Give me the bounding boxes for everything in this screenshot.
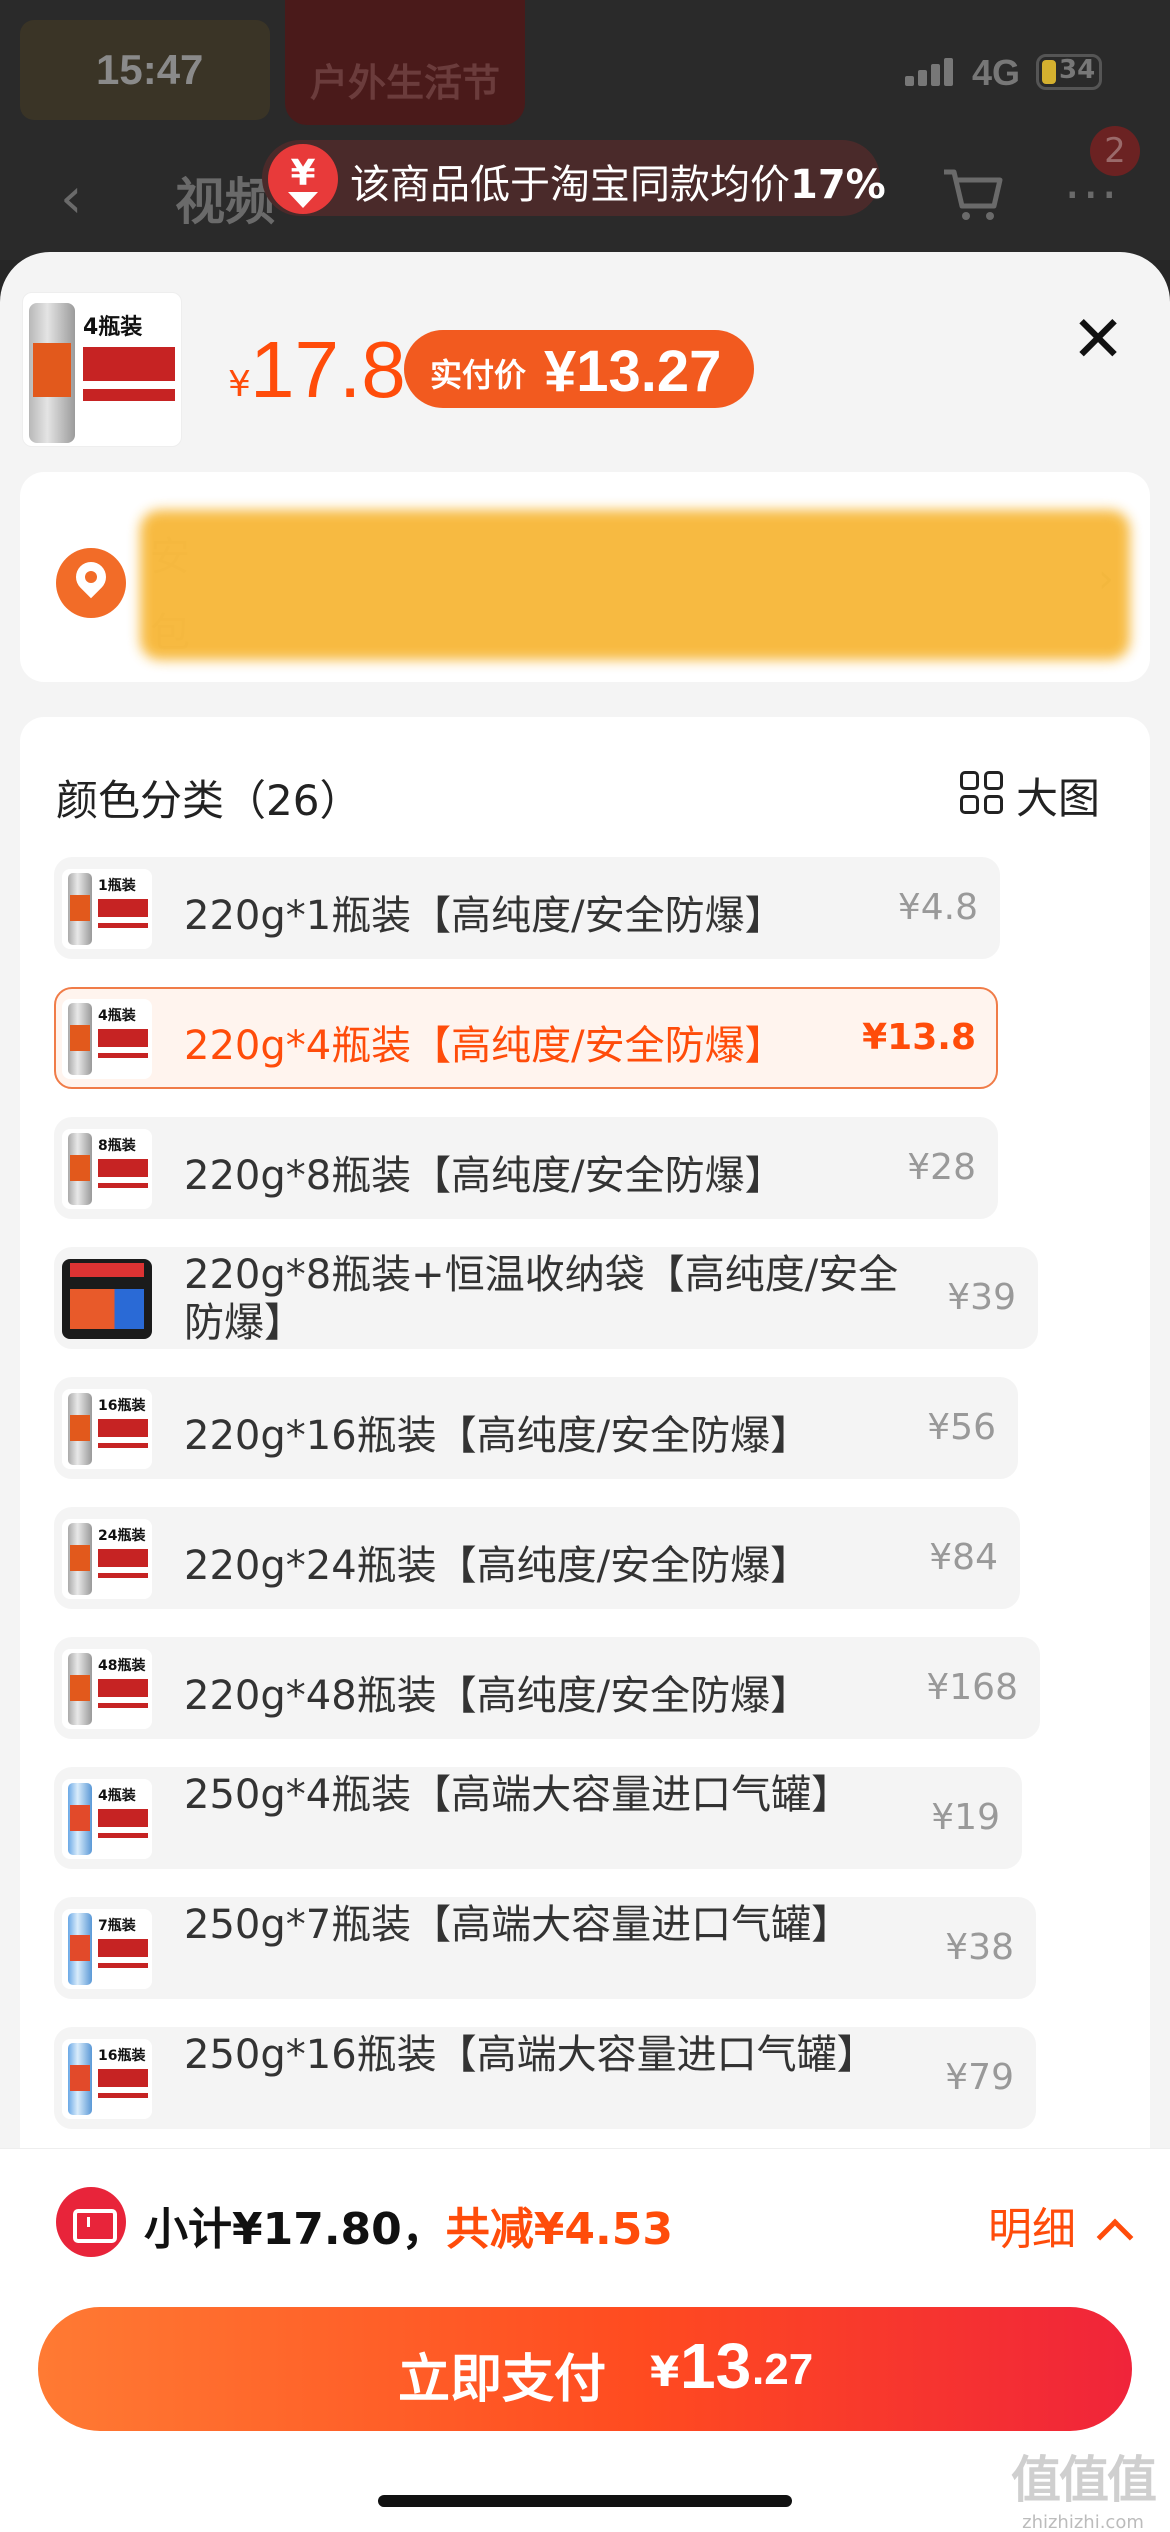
option-item[interactable]: 4瓶装 250g*4瓶装【高端大容量进口气罐】 ¥19: [54, 1767, 1022, 1869]
option-thumbnail: 48瓶装: [62, 1649, 152, 1729]
pay-now-amount: 13: [680, 2330, 752, 2402]
actual-price-value: ¥13.27: [544, 339, 722, 404]
option-price: ¥56: [927, 1407, 996, 1448]
option-item[interactable]: 16瓶装 220g*16瓶装【高纯度/安全防爆】 ¥56: [54, 1377, 1018, 1479]
option-price: ¥4.8: [897, 887, 978, 928]
option-item[interactable]: 24瓶装 220g*24瓶装【高纯度/安全防爆】 ¥84: [54, 1507, 1020, 1609]
cart-icon: [944, 169, 1003, 220]
option-name: 220g*48瓶装【高纯度/安全防爆】: [184, 1673, 811, 1719]
subtotal: 小计¥17.80，共减¥4.53: [144, 2193, 673, 2257]
option-name: 220g*24瓶装【高纯度/安全防爆】: [184, 1543, 811, 1589]
price-compare-banner: ¥ 该商品低于淘宝同款均价17%: [262, 140, 886, 216]
option-thumbnail: 24瓶装: [62, 1519, 152, 1599]
option-name: 250g*4瓶装【高端大容量进口气罐】: [184, 1772, 852, 1818]
battery-level: 34: [1059, 55, 1096, 85]
chevron-up-icon: [1096, 2218, 1134, 2256]
option-name: 220g*8瓶装+恒温收纳袋【高纯度/安全防爆】: [184, 1252, 899, 1346]
option-item[interactable]: 48瓶装 220g*48瓶装【高纯度/安全防爆】 ¥168: [54, 1637, 1040, 1739]
option-name: 220g*8瓶装【高纯度/安全防爆】: [184, 1153, 785, 1199]
option-item[interactable]: 8瓶装 220g*8瓶装【高纯度/安全防爆】 ¥28: [54, 1117, 998, 1219]
coupon-icon: [56, 2187, 126, 2257]
pay-now-label: 立即支付: [398, 2350, 607, 2410]
actual-price-label: 实付价: [430, 356, 527, 394]
option-price: ¥19: [931, 1797, 1000, 1838]
option-price: ¥38: [945, 1927, 1014, 1968]
sheet-header: 4瓶装 ¥ 17.8 实付价 ¥13.27 ✕: [0, 252, 1170, 452]
option-name: 250g*7瓶装【高端大容量进口气罐】: [184, 1902, 852, 1948]
pay-now-button[interactable]: 立即支付 ¥ 13 .27: [38, 2307, 1132, 2431]
network-type: 4G: [972, 52, 1021, 93]
gas-can-image: [29, 303, 75, 443]
option-name: 220g*16瓶装【高纯度/安全防爆】: [184, 1413, 811, 1459]
option-name: 250g*16瓶装【高端大容量进口气罐】: [184, 2032, 877, 2078]
grid-icon: [960, 771, 1004, 815]
option-price: ¥168: [926, 1667, 1018, 1708]
option-thumbnail: 4瓶装: [62, 1779, 152, 1859]
discount-amount: 共减¥4.53: [445, 2204, 673, 2255]
thumbnail-label: 4瓶装: [83, 315, 143, 340]
option-thumbnail: 1瓶装: [62, 869, 152, 949]
option-thumbnail: 16瓶装: [62, 1389, 152, 1469]
option-item[interactable]: 1瓶装 220g*1瓶装【高纯度/安全防爆】 ¥4.8: [54, 857, 1000, 959]
close-icon[interactable]: ✕: [1068, 308, 1128, 372]
option-item[interactable]: 220g*8瓶装+恒温收纳袋【高纯度/安全防爆】 ¥39: [54, 1247, 1038, 1349]
option-thumbnail: 7瓶装: [62, 1909, 152, 1989]
option-thumbnail: 8瓶装: [62, 1129, 152, 1209]
status-time: 15:47: [96, 46, 204, 93]
battery-icon: 34: [1036, 54, 1102, 90]
option-name: 220g*1瓶装【高纯度/安全防爆】: [184, 893, 785, 939]
option-thumbnail: 16瓶装: [62, 2039, 152, 2119]
option-price: ¥28: [907, 1147, 976, 1188]
price-currency: ¥: [228, 364, 251, 405]
background-tab: 视频: [175, 173, 275, 231]
location-pin-icon: [56, 548, 126, 618]
product-thumbnail[interactable]: 4瓶装: [22, 292, 182, 447]
option-price: ¥79: [945, 2057, 1014, 2098]
option-thumbnail: 4瓶装: [62, 999, 152, 1079]
cart-badge: 2: [1090, 126, 1140, 176]
options-card: 颜色分类（26） 大图 1瓶装 220g*1瓶装【高纯度/安全防爆】 ¥4.8 …: [20, 717, 1150, 2367]
price-compare-text: 该商品低于淘宝同款均价: [350, 162, 790, 208]
option-price: ¥39: [947, 1277, 1016, 1318]
option-thumbnail: [62, 1259, 152, 1339]
watermark-logo: 值值值: [1011, 2451, 1157, 2509]
pay-now-decimal: .27: [752, 2345, 814, 2394]
back-icon: ‹: [60, 166, 83, 231]
watermark-site: zhizhizhi.com: [1022, 2512, 1144, 2532]
option-item[interactable]: 16瓶装 250g*16瓶装【高端大容量进口气罐】 ¥79: [54, 2027, 1036, 2129]
option-item[interactable]: 7瓶装 250g*7瓶装【高端大容量进口气罐】 ¥38: [54, 1897, 1036, 1999]
price-compare-percent: 17%: [790, 162, 886, 208]
option-item-selected[interactable]: 4瓶装 220g*4瓶装【高纯度/安全防爆】 ¥13.8: [54, 987, 998, 1089]
big-image-label: 大图: [1016, 774, 1101, 823]
subtotal-amount: 小计¥17.80，: [144, 2204, 446, 2255]
home-indicator[interactable]: [378, 2495, 792, 2507]
option-price: ¥84: [929, 1537, 998, 1578]
detail-toggle[interactable]: 明细: [988, 2193, 1134, 2257]
checkout-bar: 小计¥17.80，共减¥4.53 明细 立即支付 ¥ 13 .27: [0, 2148, 1170, 2532]
signal-icon: [905, 56, 955, 86]
product-price: 17.8: [250, 325, 406, 414]
pay-now-currency: ¥: [650, 2347, 680, 2396]
address-card[interactable]: 安 包 ›: [20, 472, 1150, 682]
option-price: ¥13.8: [862, 1017, 976, 1058]
price-down-icon: ¥: [268, 144, 338, 214]
actual-price-badge: 实付价 ¥13.27: [404, 330, 754, 408]
address-redaction: [140, 510, 1130, 660]
site-watermark: 值值值 zhizhizhi.com: [1008, 2440, 1158, 2532]
detail-label: 明细: [988, 2204, 1076, 2255]
option-name: 220g*4瓶装【高纯度/安全防爆】: [184, 1023, 785, 1069]
status-bar: 15:47 4G 34: [0, 0, 1170, 150]
options-title: 颜色分类（26）: [56, 776, 362, 825]
